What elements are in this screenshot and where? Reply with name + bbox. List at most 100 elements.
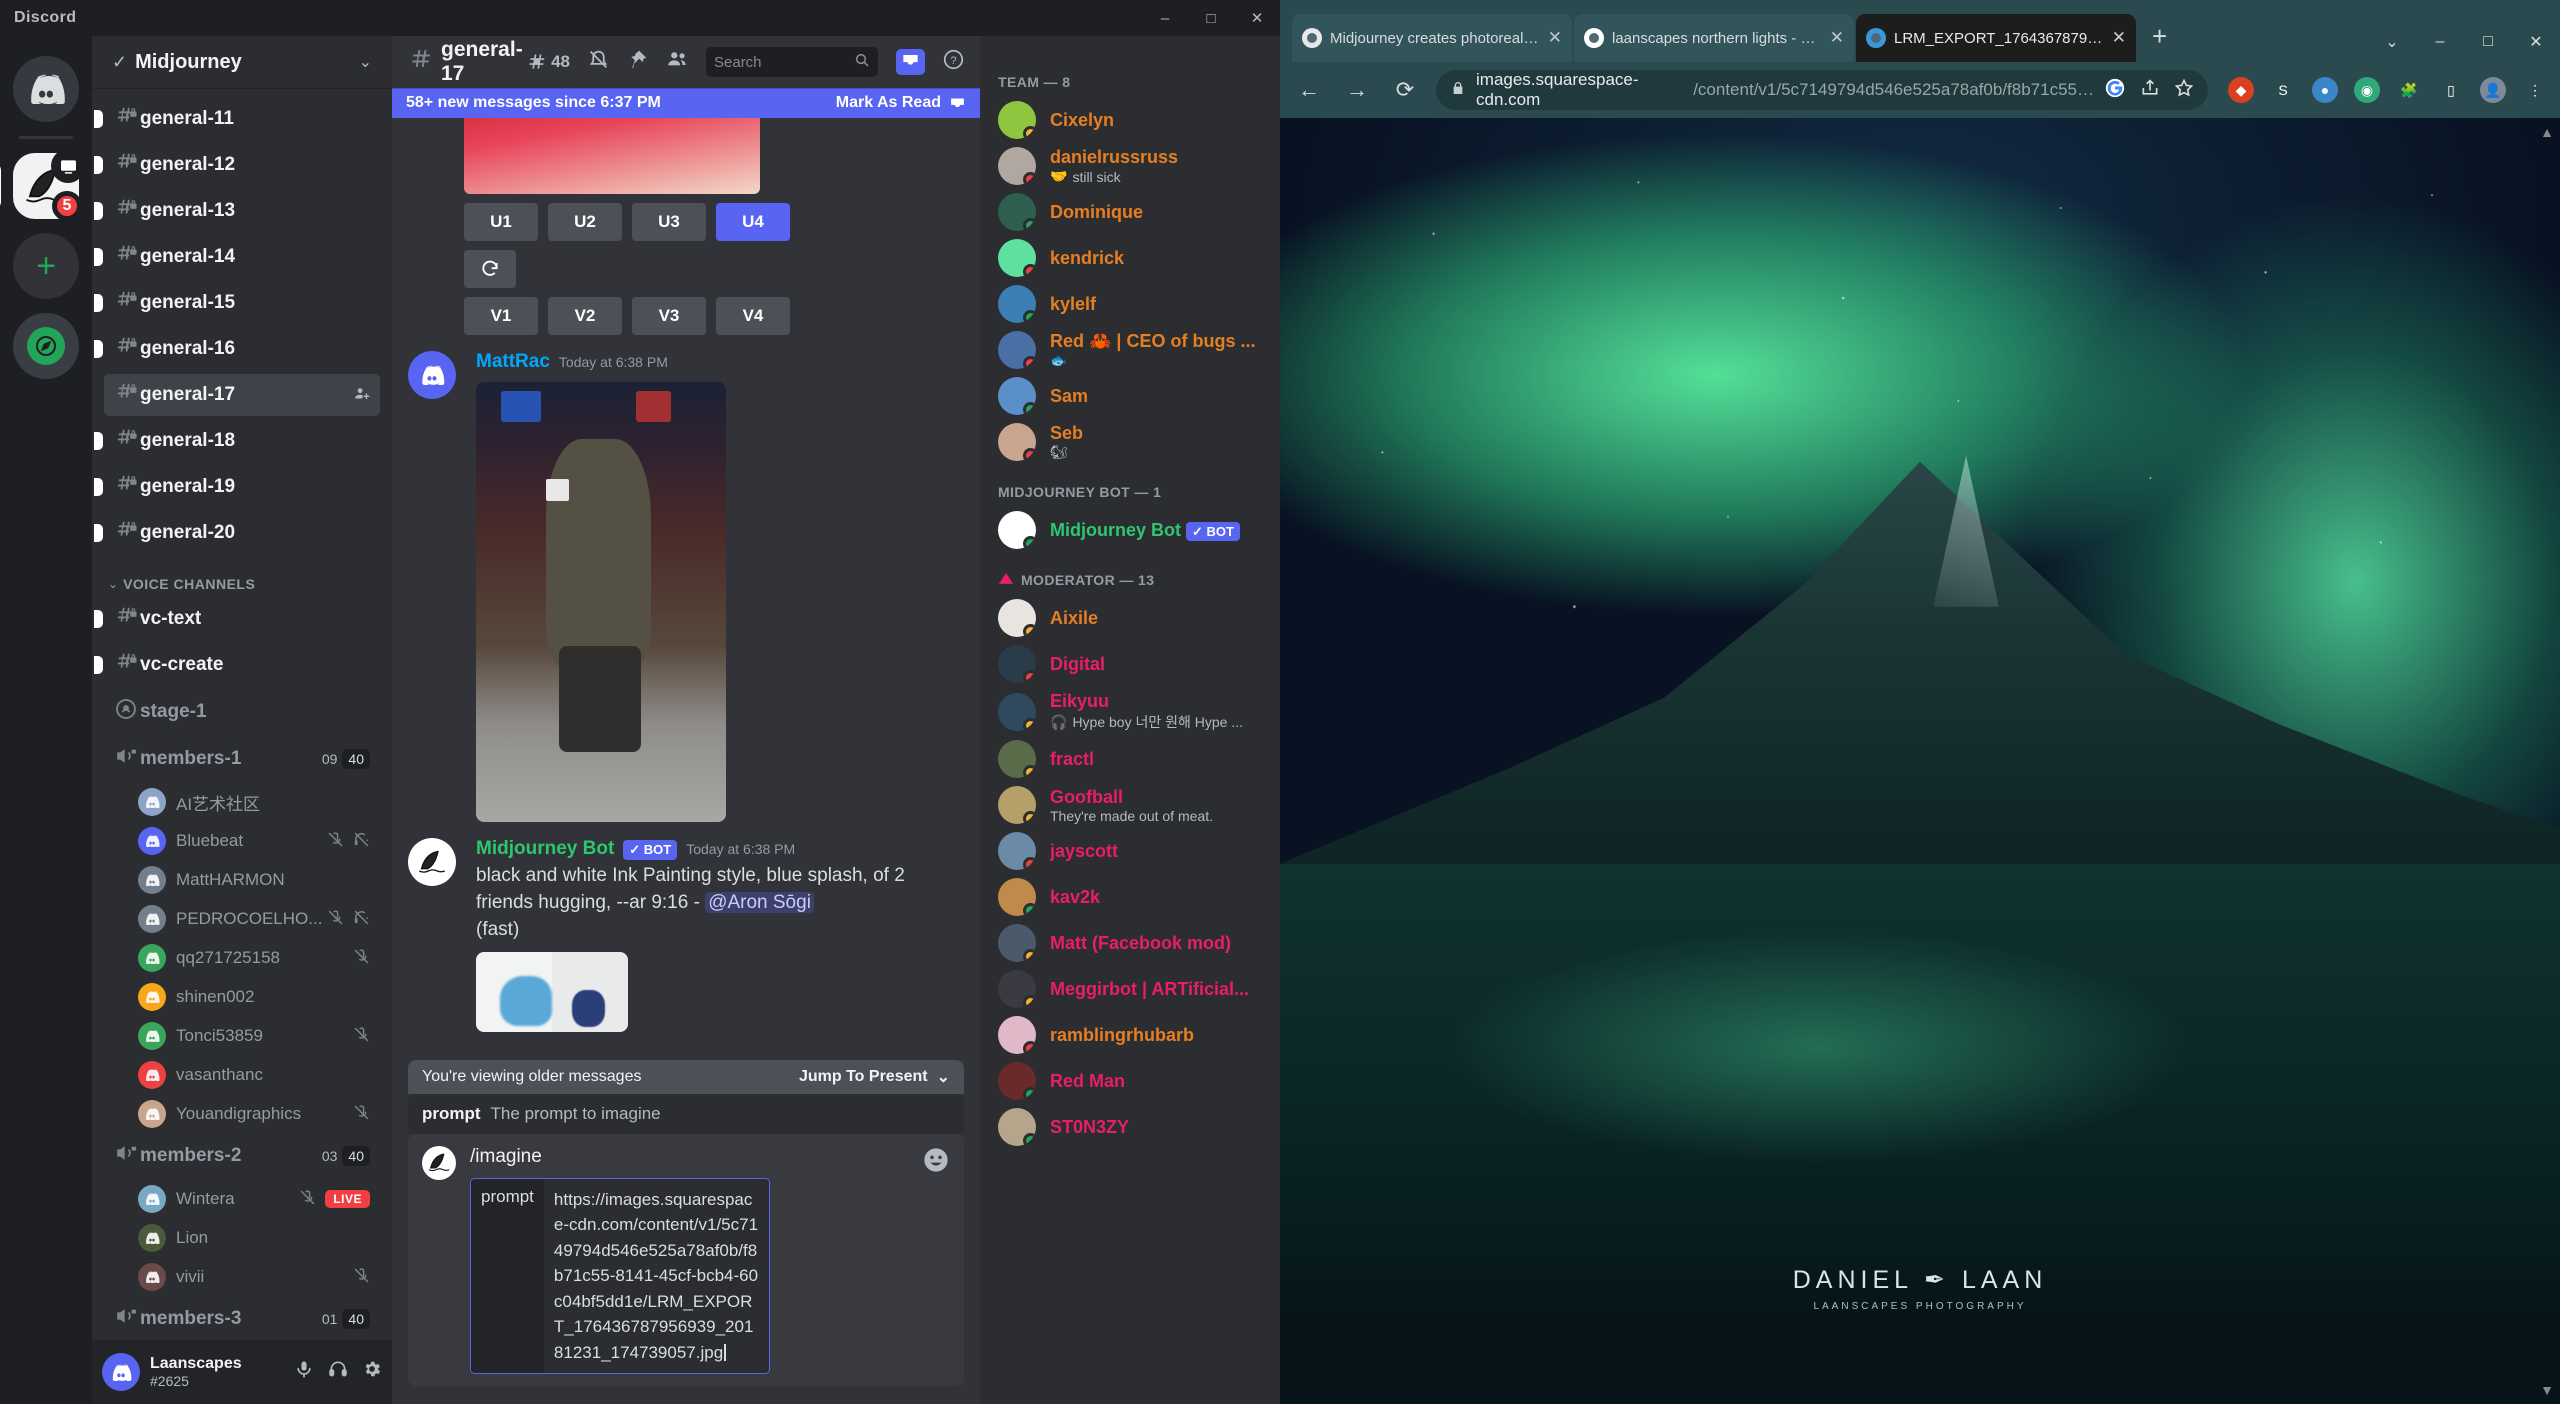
create-invite-icon[interactable]	[353, 385, 370, 406]
voice-member-shinen002[interactable]: shinen002	[104, 979, 380, 1015]
scroll-up-icon[interactable]: ▲	[2540, 124, 2554, 140]
member-row-Red Man[interactable]: Red Man	[980, 1059, 1280, 1103]
message-attachment-image[interactable]	[476, 382, 726, 822]
inbox-icon[interactable]	[896, 49, 925, 75]
discord-maximize-button[interactable]: □	[1188, 0, 1234, 36]
close-icon[interactable]: ✕	[1830, 28, 1844, 48]
channel-item-general-20[interactable]: general-20	[94, 512, 380, 554]
brave-icon[interactable]: ◆	[2228, 77, 2254, 103]
voice-member-Lion[interactable]: Lion	[104, 1220, 380, 1256]
headphones-icon[interactable]	[328, 1359, 348, 1385]
voice-member-vasanthanc[interactable]: vasanthanc	[104, 1057, 380, 1093]
member-row-Meggirbot | ARTificial...[interactable]: Meggirbot | ARTificial...	[980, 967, 1280, 1011]
share-icon[interactable]	[2140, 78, 2160, 103]
member-sidebar[interactable]: TEAM — 8 Cixelyn danielrussruss 🤝 still sick…	[980, 36, 1280, 1404]
pin-icon[interactable]	[627, 49, 648, 76]
member-row-Digital[interactable]: Digital	[980, 642, 1280, 686]
member-row-ramblingrhubarb[interactable]: ramblingrhubarb	[980, 1013, 1280, 1057]
message-attachment-image[interactable]	[476, 951, 628, 1032]
variation-button-v1[interactable]: V1	[464, 297, 538, 335]
browser-tab[interactable]: Midjourney creates photorealistic ✕	[1292, 14, 1572, 62]
back-button[interactable]: ←	[1292, 77, 1326, 103]
mark-as-read-button[interactable]: Mark As Read	[836, 94, 966, 112]
upscale-button-u4[interactable]: U4	[716, 203, 790, 241]
puzzle-extension-icon[interactable]: 🧩	[2396, 77, 2422, 103]
voice-member-MattHARMON[interactable]: MattHARMON	[104, 862, 380, 898]
member-row-fractl[interactable]: fractl	[980, 737, 1280, 781]
s-extension-icon[interactable]: S	[2270, 77, 2296, 103]
profile-avatar-icon[interactable]: 👤	[2480, 77, 2506, 103]
member-row-Aixile[interactable]: Aixile	[980, 596, 1280, 640]
upscale-button-u2[interactable]: U2	[548, 203, 622, 241]
browser-collapse-button[interactable]: ⌄	[2368, 22, 2416, 62]
jump-to-present-button[interactable]: Jump To Present ⌄	[799, 1067, 950, 1087]
browser-tab[interactable]: laanscapes northern lights - Goo ✕	[1574, 14, 1854, 62]
close-icon[interactable]: ✕	[2112, 28, 2126, 48]
variation-button-v4[interactable]: V4	[716, 297, 790, 335]
member-row-ST0N3ZY[interactable]: ST0N3ZY	[980, 1105, 1280, 1149]
upscale-button-u3[interactable]: U3	[632, 203, 706, 241]
menu-kebab-icon[interactable]: ⋮	[2522, 77, 2548, 103]
voice-member-Youandigraphics[interactable]: Youandigraphics	[104, 1096, 380, 1132]
member-row-kendrick[interactable]: kendrick	[980, 236, 1280, 280]
member-row-jayscott[interactable]: jayscott	[980, 829, 1280, 873]
new-tab-button[interactable]: +	[2136, 21, 2183, 62]
reload-button[interactable]: ⟳	[1388, 77, 1422, 103]
member-row-Sam[interactable]: Sam	[980, 374, 1280, 418]
member-row-Cixelyn[interactable]: Cixelyn	[980, 98, 1280, 142]
voice-member-vivii[interactable]: vivii	[104, 1259, 380, 1295]
browser-maximize-button[interactable]: □	[2464, 22, 2512, 62]
mention[interactable]: @Aron Sōgi	[705, 891, 814, 913]
discord-close-button[interactable]: ✕	[1234, 0, 1280, 36]
sidebar-icon[interactable]: ▯	[2438, 77, 2464, 103]
thread-member-count[interactable]: 48	[526, 52, 570, 72]
member-row-kav2k[interactable]: kav2k	[980, 875, 1280, 919]
members-icon[interactable]	[666, 48, 688, 76]
server-icon-midjourney[interactable]: 5	[0, 149, 85, 221]
star-icon[interactable]	[2174, 78, 2194, 103]
color-wheel-icon[interactable]: ●	[2312, 77, 2338, 103]
voice-member-PEDROCOELHO...[interactable]: PEDROCOELHO...	[104, 901, 380, 937]
browser-minimize-button[interactable]: –	[2416, 22, 2464, 62]
channel-item-general-17[interactable]: general-17	[104, 374, 380, 416]
channel-item-general-15[interactable]: general-15	[94, 282, 380, 324]
composer-prompt-field[interactable]: prompt https://images.squarespace-cdn.co…	[470, 1177, 770, 1374]
member-row-Seb[interactable]: Seb 🐿	[980, 420, 1280, 464]
address-bar[interactable]: images.squarespace-cdn.com /content/v1/5…	[1436, 70, 2208, 110]
voice-channel-item-stage-1[interactable]: stage-1	[104, 690, 380, 734]
voice-member-qq271725158[interactable]: qq271725158	[104, 940, 380, 976]
member-row-Goofball[interactable]: Goofball They're made out of meat.	[980, 783, 1280, 827]
voice-channel-item-members-1[interactable]: members-1 09 40	[104, 738, 380, 780]
channel-item-general-16[interactable]: general-16	[94, 328, 380, 370]
browser-tab[interactable]: LRM_EXPORT_176436787956939 ✕	[1856, 14, 2136, 62]
category-voice-channels[interactable]: ⌄ VOICE CHANNELS	[108, 576, 380, 592]
member-row-Matt (Facebook mod)[interactable]: Matt (Facebook mod)	[980, 921, 1280, 965]
member-row-Eikyuu[interactable]: Eikyuu 🎧 Hype boy 너만 원해 Hype ...	[980, 688, 1280, 735]
gear-icon[interactable]	[362, 1359, 382, 1385]
message-author[interactable]: Midjourney Bot	[476, 838, 614, 860]
green-circle-icon[interactable]: ◉	[2354, 77, 2380, 103]
member-row-Midjourney Bot[interactable]: Midjourney Bot ✓ BOT	[980, 508, 1280, 552]
microphone-icon[interactable]	[294, 1359, 314, 1385]
new-messages-bar[interactable]: 58+ new messages since 6:37 PM Mark As R…	[392, 88, 980, 118]
voice-member-Wintera[interactable]: Wintera LIVE	[104, 1181, 380, 1217]
message-author[interactable]: MattRac	[476, 351, 550, 373]
home-button[interactable]	[13, 56, 79, 122]
reroll-button[interactable]	[464, 250, 516, 288]
server-header[interactable]: ✓ Midjourney ⌄	[92, 36, 392, 88]
voice-channel-item-members-3[interactable]: members-3 01 40	[104, 1298, 380, 1340]
browser-close-button[interactable]: ✕	[2512, 22, 2560, 62]
member-row-Dominique[interactable]: Dominique	[980, 190, 1280, 234]
voice-channel-item-members-2[interactable]: members-2 03 40	[104, 1135, 380, 1177]
variation-button-v3[interactable]: V3	[632, 297, 706, 335]
search-input[interactable]: Search	[706, 47, 878, 77]
add-server-button[interactable]: +	[13, 233, 79, 299]
emoji-picker-icon[interactable]	[922, 1146, 950, 1181]
discord-minimize-button[interactable]: –	[1142, 0, 1188, 36]
member-row-Red 🦀 | CEO of bugs ...[interactable]: Red 🦀 | CEO of bugs ... 🐟	[980, 328, 1280, 372]
voice-member-AI艺术社区[interactable]: AI艺术社区	[104, 784, 380, 820]
avatar[interactable]	[408, 838, 456, 886]
user-identity[interactable]: Laanscapes #2625	[150, 1355, 294, 1389]
voice-channel-item-vc-create[interactable]: vc-create	[94, 644, 380, 686]
midjourney-grid-image[interactable]	[464, 118, 760, 194]
